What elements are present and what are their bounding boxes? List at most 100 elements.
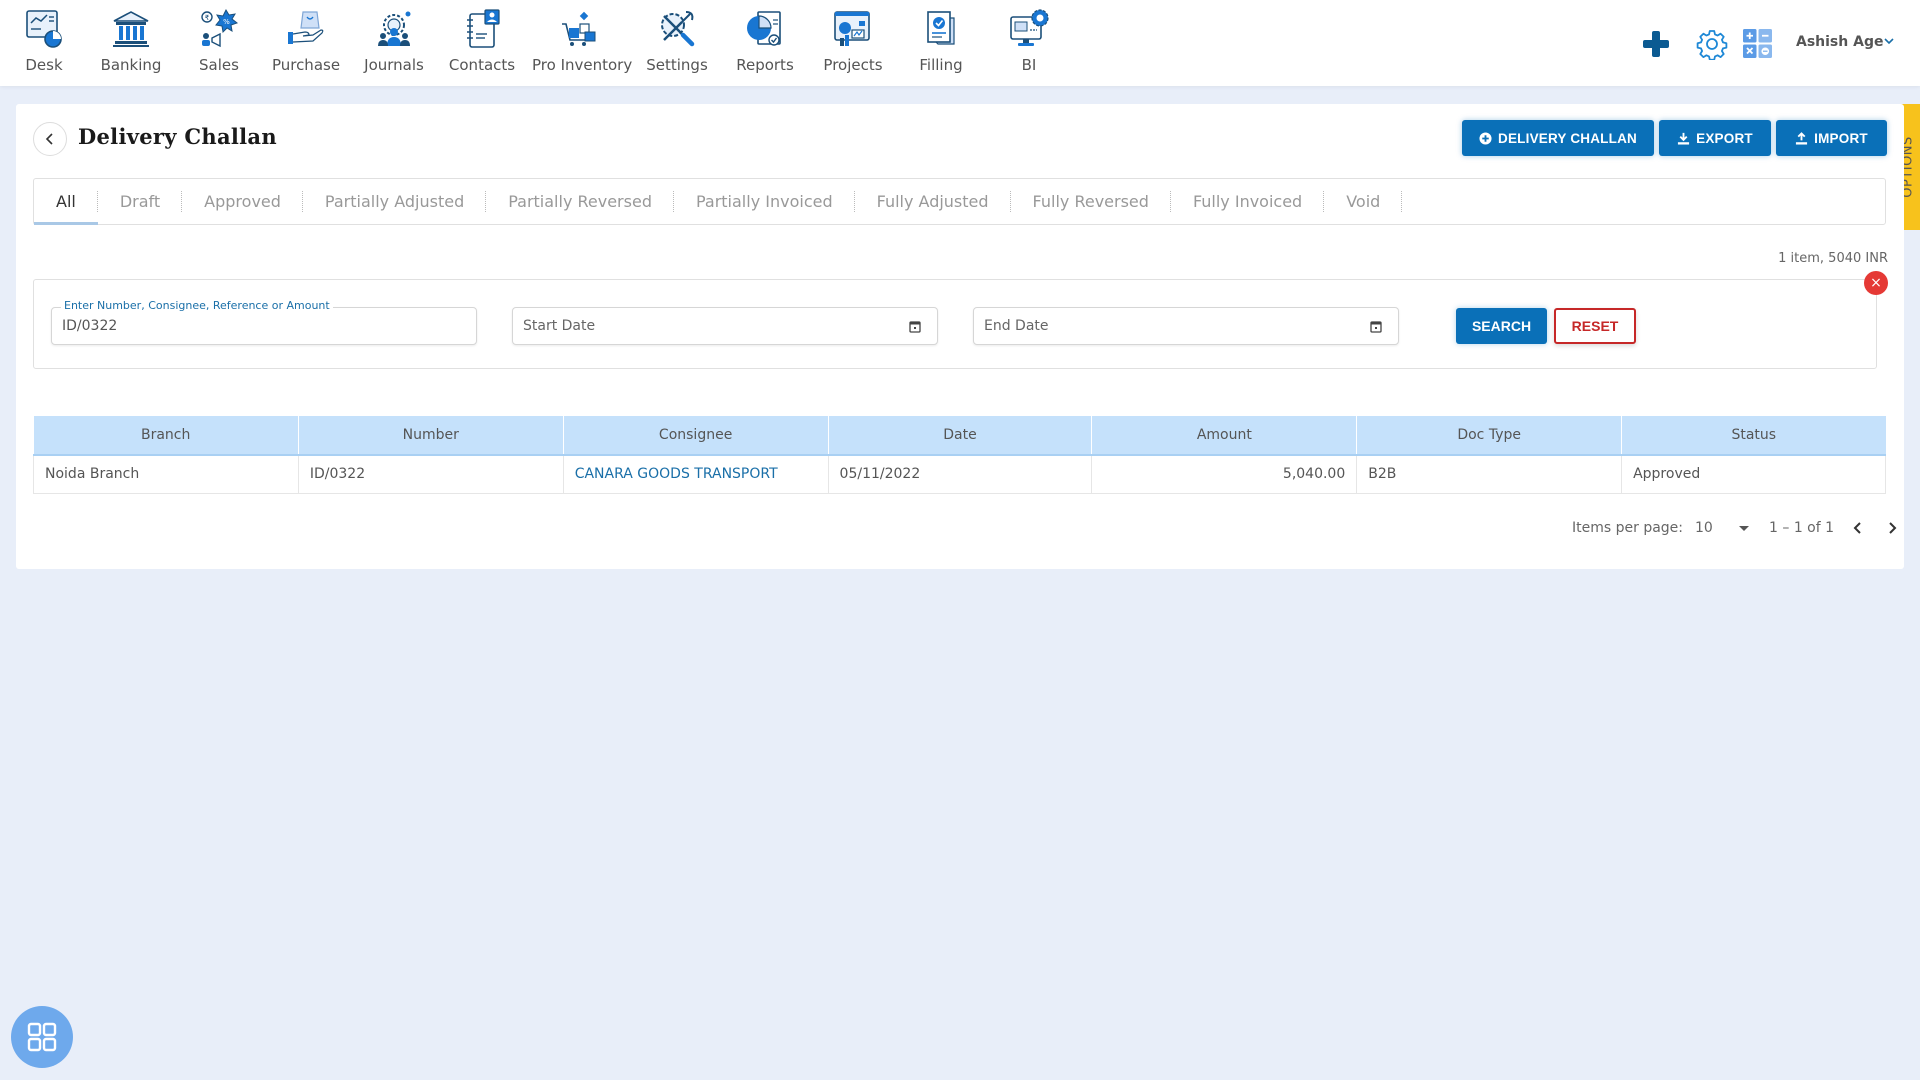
apps-menu-button[interactable] [11, 1006, 73, 1068]
column-header-amount[interactable]: Amount [1091, 416, 1358, 456]
tab-label: Fully Reversed [1032, 192, 1149, 211]
nav-item-settings[interactable]: Settings [629, 8, 725, 74]
export-label: EXPORT [1696, 130, 1753, 146]
column-header-status[interactable]: Status [1621, 416, 1886, 456]
calculator-icon[interactable] [1743, 29, 1772, 58]
user-name[interactable]: Ashish Age [1796, 34, 1883, 50]
column-header-date[interactable]: Date [828, 416, 1093, 456]
search-input[interactable] [62, 308, 446, 344]
nav-label: Pro Inventory [532, 56, 633, 74]
tab-label: Partially Adjusted [324, 192, 465, 211]
nav-label: Purchase [271, 56, 341, 74]
svg-text:₹: ₹ [205, 14, 210, 22]
chevron-right-icon [1889, 522, 1897, 534]
tab-partially-invoiced[interactable]: Partially Invoiced [674, 179, 855, 224]
nav-label: Reports [736, 56, 794, 74]
previous-page-button[interactable] [1848, 518, 1868, 538]
nav-label: Filling [919, 56, 963, 74]
main-card: Delivery Challan DELIVERY CHALLAN EXPORT… [16, 104, 1904, 569]
top-navigation: Desk Banking ₹% Sales Purchase Journals … [0, 0, 1920, 86]
nav-item-sales[interactable]: ₹% Sales [171, 8, 267, 74]
tab-partially-adjusted[interactable]: Partially Adjusted [303, 179, 487, 224]
reports-icon [747, 11, 781, 46]
add-new-icon[interactable] [1640, 28, 1672, 60]
nav-item-purchase[interactable]: Purchase [258, 8, 354, 74]
table-header-row: Branch Number Consignee Date Amount Doc … [33, 416, 1886, 456]
table-row[interactable]: Noida Branch ID/0322 CANARA GOODS TRANSP… [33, 454, 1886, 494]
next-page-button[interactable] [1882, 518, 1902, 538]
column-header-branch[interactable]: Branch [33, 416, 299, 456]
plus-circle-icon [1479, 131, 1492, 145]
filling-icon [927, 11, 955, 45]
tab-void[interactable]: Void [1324, 179, 1403, 224]
reset-button[interactable]: RESET [1554, 308, 1636, 344]
nav-item-contacts[interactable]: Contacts [434, 8, 530, 74]
tab-fully-invoiced[interactable]: Fully Invoiced [1171, 179, 1325, 224]
chevron-down-icon[interactable] [1882, 34, 1896, 48]
upload-icon [1796, 131, 1808, 145]
import-label: IMPORT [1814, 130, 1868, 146]
column-header-doc-type[interactable]: Doc Type [1356, 416, 1623, 456]
calendar-icon[interactable] [909, 320, 921, 333]
tab-fully-reversed[interactable]: Fully Reversed [1011, 179, 1172, 224]
column-header-number[interactable]: Number [298, 416, 564, 456]
tab-approved[interactable]: Approved [182, 179, 303, 224]
tab-label: Draft [119, 192, 161, 211]
tab-all[interactable]: All [34, 179, 98, 225]
column-header-consignee[interactable]: Consignee [563, 416, 829, 456]
export-button[interactable]: EXPORT [1659, 120, 1771, 156]
items-per-page-label: Items per page: [1572, 520, 1684, 536]
projects-icon [834, 11, 870, 46]
cell-date: 05/11/2022 [827, 454, 1093, 494]
cell-status: Approved [1621, 454, 1886, 494]
search-field: Enter Number, Consignee, Reference or Am… [51, 299, 477, 345]
status-tabs: All Draft Approved Partially Adjusted Pa… [33, 178, 1886, 225]
inventory-icon [562, 11, 596, 46]
tab-label: Fully Invoiced [1192, 192, 1303, 211]
calendar-icon[interactable] [1370, 320, 1382, 333]
nav-item-reports[interactable]: Reports [717, 8, 813, 74]
tab-fully-adjusted[interactable]: Fully Adjusted [855, 179, 1011, 224]
tab-draft[interactable]: Draft [98, 179, 183, 224]
items-per-page-value: 10 [1695, 520, 1713, 536]
nav-item-bi[interactable]: BI [981, 8, 1077, 74]
tab-label: All [56, 192, 76, 211]
nav-item-journals[interactable]: Journals [346, 8, 442, 74]
nav-item-pro-inventory[interactable]: Pro Inventory [532, 8, 633, 74]
nav-label: Settings [646, 56, 708, 74]
page-title: Delivery Challan [78, 124, 277, 149]
desk-icon [26, 10, 62, 48]
tab-label: Approved [204, 192, 281, 211]
cell-number: ID/0322 [297, 454, 564, 494]
nav-label: Projects [823, 56, 883, 74]
nav-item-banking[interactable]: Banking [83, 8, 179, 74]
nav-item-projects[interactable]: Projects [805, 8, 901, 74]
nav-label: Contacts [448, 56, 516, 74]
close-icon: × [1870, 275, 1882, 291]
nav-label: Desk [25, 56, 63, 74]
purchase-icon [288, 11, 324, 44]
new-delivery-challan-button[interactable]: DELIVERY CHALLAN [1462, 120, 1654, 156]
start-date-input[interactable] [523, 308, 907, 344]
nav-label: Journals [364, 56, 424, 74]
nav-item-desk[interactable]: Desk [0, 8, 92, 74]
import-button[interactable]: IMPORT [1776, 120, 1887, 156]
search-button[interactable]: SEARCH [1456, 308, 1547, 344]
gear-icon[interactable] [1696, 28, 1728, 60]
tab-label: Fully Adjusted [876, 192, 989, 211]
nav-item-filling[interactable]: Filling [893, 8, 989, 74]
cell-consignee: CANARA GOODS TRANSPORT [562, 454, 829, 494]
contacts-icon [467, 9, 500, 48]
paginator: Items per page: 10 1 – 1 of 1 [1572, 518, 1902, 538]
end-date-input[interactable] [984, 308, 1368, 344]
tab-label: Partially Invoiced [695, 192, 833, 211]
close-filter-button[interactable]: × [1864, 271, 1888, 295]
new-delivery-challan-label: DELIVERY CHALLAN [1498, 130, 1637, 146]
settings-tools-icon [661, 11, 695, 47]
back-button[interactable] [33, 122, 67, 156]
consignee-link[interactable]: CANARA GOODS TRANSPORT [575, 466, 778, 482]
nav-label: BI [1021, 56, 1037, 74]
tab-partially-reversed[interactable]: Partially Reversed [486, 179, 674, 224]
items-per-page-select[interactable]: 10 [1695, 520, 1750, 536]
result-summary: 1 item, 5040 INR [1778, 251, 1888, 266]
